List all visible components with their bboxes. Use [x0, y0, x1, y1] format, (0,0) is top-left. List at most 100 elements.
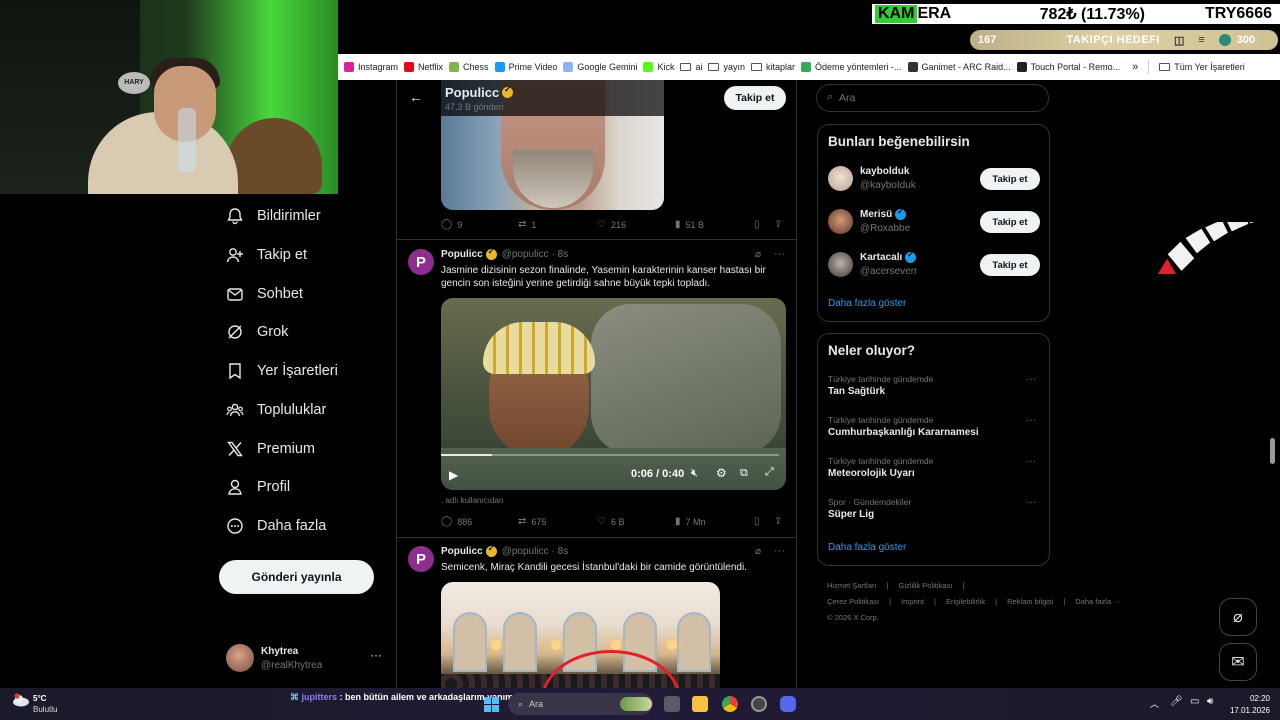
trend-name[interactable]: Cumhurbaşkanlığı Kararnamesi	[828, 427, 979, 438]
nav-item-profil[interactable]: Profil	[226, 468, 290, 506]
nav-item-bildirimler[interactable]: Bildirimler	[226, 197, 321, 235]
more-icon[interactable]: ···	[774, 545, 785, 557]
follow-button[interactable]: Takip et	[980, 168, 1040, 190]
views-button[interactable]: ▮ 7 Mn	[675, 516, 706, 527]
grok-button[interactable]: ⌀	[1219, 598, 1257, 636]
author-handle[interactable]: @populicc	[502, 249, 549, 260]
author-name[interactable]: Populicc	[441, 249, 483, 260]
more-icon[interactable]: ···	[1026, 374, 1036, 385]
show-more-link[interactable]: Daha fazla göster	[828, 298, 906, 309]
like-button[interactable]: ♡ 216	[597, 219, 626, 230]
microphone-icon[interactable]: 🎤︎	[1170, 696, 1183, 707]
mute-icon[interactable]: 🔇︎	[691, 467, 698, 480]
suggestion-name[interactable]: kaybolduk	[860, 166, 909, 177]
author-handle[interactable]: @populicc	[502, 546, 549, 557]
file-explorer-icon[interactable]	[692, 696, 708, 712]
bookmark-item[interactable]: Ganimet - ARC Raid...	[907, 62, 1011, 72]
post-button[interactable]: Gönderi yayınla	[219, 560, 374, 594]
settings-icon[interactable]: ⚙	[716, 466, 727, 480]
nav-item-grok[interactable]: Grok	[226, 313, 288, 351]
messages-button[interactable]: ✉	[1219, 643, 1257, 681]
bookmark-item[interactable]: Netflix	[404, 62, 443, 72]
bookmark-item[interactable]: kitaplar	[751, 62, 795, 72]
volume-icon[interactable]: 🔊︎	[1207, 696, 1213, 707]
author-name[interactable]: Populicc	[441, 546, 483, 557]
nav-item-daha-fazla[interactable]: Daha fazla	[226, 507, 326, 545]
trend-name[interactable]: Süper Lig	[828, 509, 874, 520]
repost-button[interactable]: ⇄ 1	[518, 219, 536, 230]
more-icon[interactable]: ···	[1026, 497, 1036, 508]
nav-item-yer-i̇şaretleri[interactable]: Yer İşaretleri	[226, 352, 338, 390]
tray-overflow-icon[interactable]: ︿	[1150, 697, 1159, 710]
follow-button[interactable]: Takip et	[724, 86, 786, 110]
task-view-icon[interactable]	[664, 696, 680, 712]
trend-name[interactable]: Meteorolojik Uyarı	[828, 468, 915, 479]
bookmark-item[interactable]: Prime Video	[494, 62, 557, 72]
bookmark-button[interactable]: ▯	[754, 219, 765, 230]
avatar[interactable]	[828, 209, 853, 234]
nav-item-sohbet[interactable]: Sohbet	[226, 275, 303, 313]
bookmark-item[interactable]: Instagram	[344, 62, 398, 72]
bookmark-item[interactable]: Touch Portal - Remo...	[1016, 62, 1120, 72]
weather-description[interactable]: Bulutlu	[33, 705, 57, 714]
nav-item-premium[interactable]: Premium	[226, 430, 315, 468]
trend-name[interactable]: Tan Sağtürk	[828, 386, 885, 397]
nav-item-takip-et[interactable]: Takip et	[226, 236, 307, 274]
footer-link[interactable]: Hizmet Şartları	[827, 581, 877, 590]
views-button[interactable]: ▮ 51 B	[675, 219, 704, 230]
suggestion-name[interactable]: Kartacalı	[860, 250, 917, 263]
fullscreen-icon[interactable]: ⤢	[765, 466, 774, 479]
footer-link[interactable]: Erişilebilirlik	[946, 597, 985, 606]
footer-link[interactable]: Imprint	[901, 597, 924, 606]
tweet-time[interactable]: · 8s	[552, 546, 569, 557]
display-icon[interactable]: ▭	[1190, 696, 1199, 707]
more-icon[interactable]: ···	[370, 648, 382, 662]
avatar[interactable]: P	[408, 249, 434, 275]
footer-link[interactable]: Çerez Politikası	[827, 597, 879, 606]
search-input[interactable]	[839, 86, 1039, 110]
avatar[interactable]	[828, 252, 853, 277]
play-icon[interactable]: ▶	[449, 468, 458, 482]
search-highlight-icon[interactable]	[620, 697, 652, 711]
bookmark-item[interactable]: Kick	[643, 62, 674, 72]
video-attribution[interactable]: . adlı kullanıcıdan	[441, 496, 503, 505]
bookmark-item[interactable]: Chess	[449, 62, 489, 72]
more-icon[interactable]: ···	[1026, 415, 1036, 426]
avatar[interactable]: P	[408, 546, 434, 572]
bookmark-button[interactable]: ▯	[754, 516, 765, 527]
tweet-time[interactable]: · 8s	[552, 249, 569, 260]
grok-icon[interactable]: ⌀	[755, 249, 761, 260]
repost-button[interactable]: ⇄ 675	[518, 516, 546, 527]
follow-button[interactable]: Takip et	[980, 254, 1040, 276]
share-button[interactable]: ⇪	[774, 219, 787, 230]
video-progress-track[interactable]	[441, 454, 779, 456]
chrome-icon[interactable]	[722, 696, 738, 712]
more-bookmarks-icon[interactable]: »	[1132, 61, 1138, 73]
suggestion-name[interactable]: Merisü	[860, 207, 907, 220]
weather-temperature[interactable]: 5°C	[33, 694, 46, 703]
clock-time[interactable]: 02:20	[1232, 694, 1270, 703]
more-icon[interactable]: ···	[774, 248, 785, 260]
bookmark-item[interactable]: yayın	[708, 62, 745, 72]
footer-link[interactable]: Gizlilik Politikası	[899, 581, 953, 590]
reply-button[interactable]: ◯ 886	[441, 516, 472, 527]
like-button[interactable]: ♡ 6 B	[597, 516, 624, 527]
avatar[interactable]	[828, 166, 853, 191]
show-more-link[interactable]: Daha fazla göster	[828, 542, 906, 553]
bookmark-item[interactable]: Ödeme yöntemleri -...	[801, 62, 902, 72]
clock-date[interactable]: 17.01.2026	[1226, 706, 1270, 715]
search-box[interactable]: ⌕	[816, 84, 1049, 112]
picture-in-picture-icon[interactable]: ⧉	[740, 467, 748, 480]
share-button[interactable]: ⇪	[774, 516, 787, 527]
grok-icon[interactable]: ⌀	[755, 546, 761, 557]
footer-link[interactable]: Reklam bilgisi	[1007, 597, 1053, 606]
reply-button[interactable]: ◯ 9	[441, 219, 462, 230]
obs-icon[interactable]	[751, 696, 767, 712]
footer-link[interactable]: Daha fazla ···	[1075, 597, 1120, 606]
follow-button[interactable]: Takip et	[980, 211, 1040, 233]
more-icon[interactable]: ···	[1026, 456, 1036, 467]
all-bookmarks-folder[interactable]: Tüm Yer İşaretleri	[1159, 62, 1245, 72]
account-switcher[interactable]: Khytrea @realKhytrea ···	[226, 642, 386, 674]
back-arrow-icon[interactable]: ←	[409, 89, 423, 105]
discord-icon[interactable]	[780, 696, 796, 712]
